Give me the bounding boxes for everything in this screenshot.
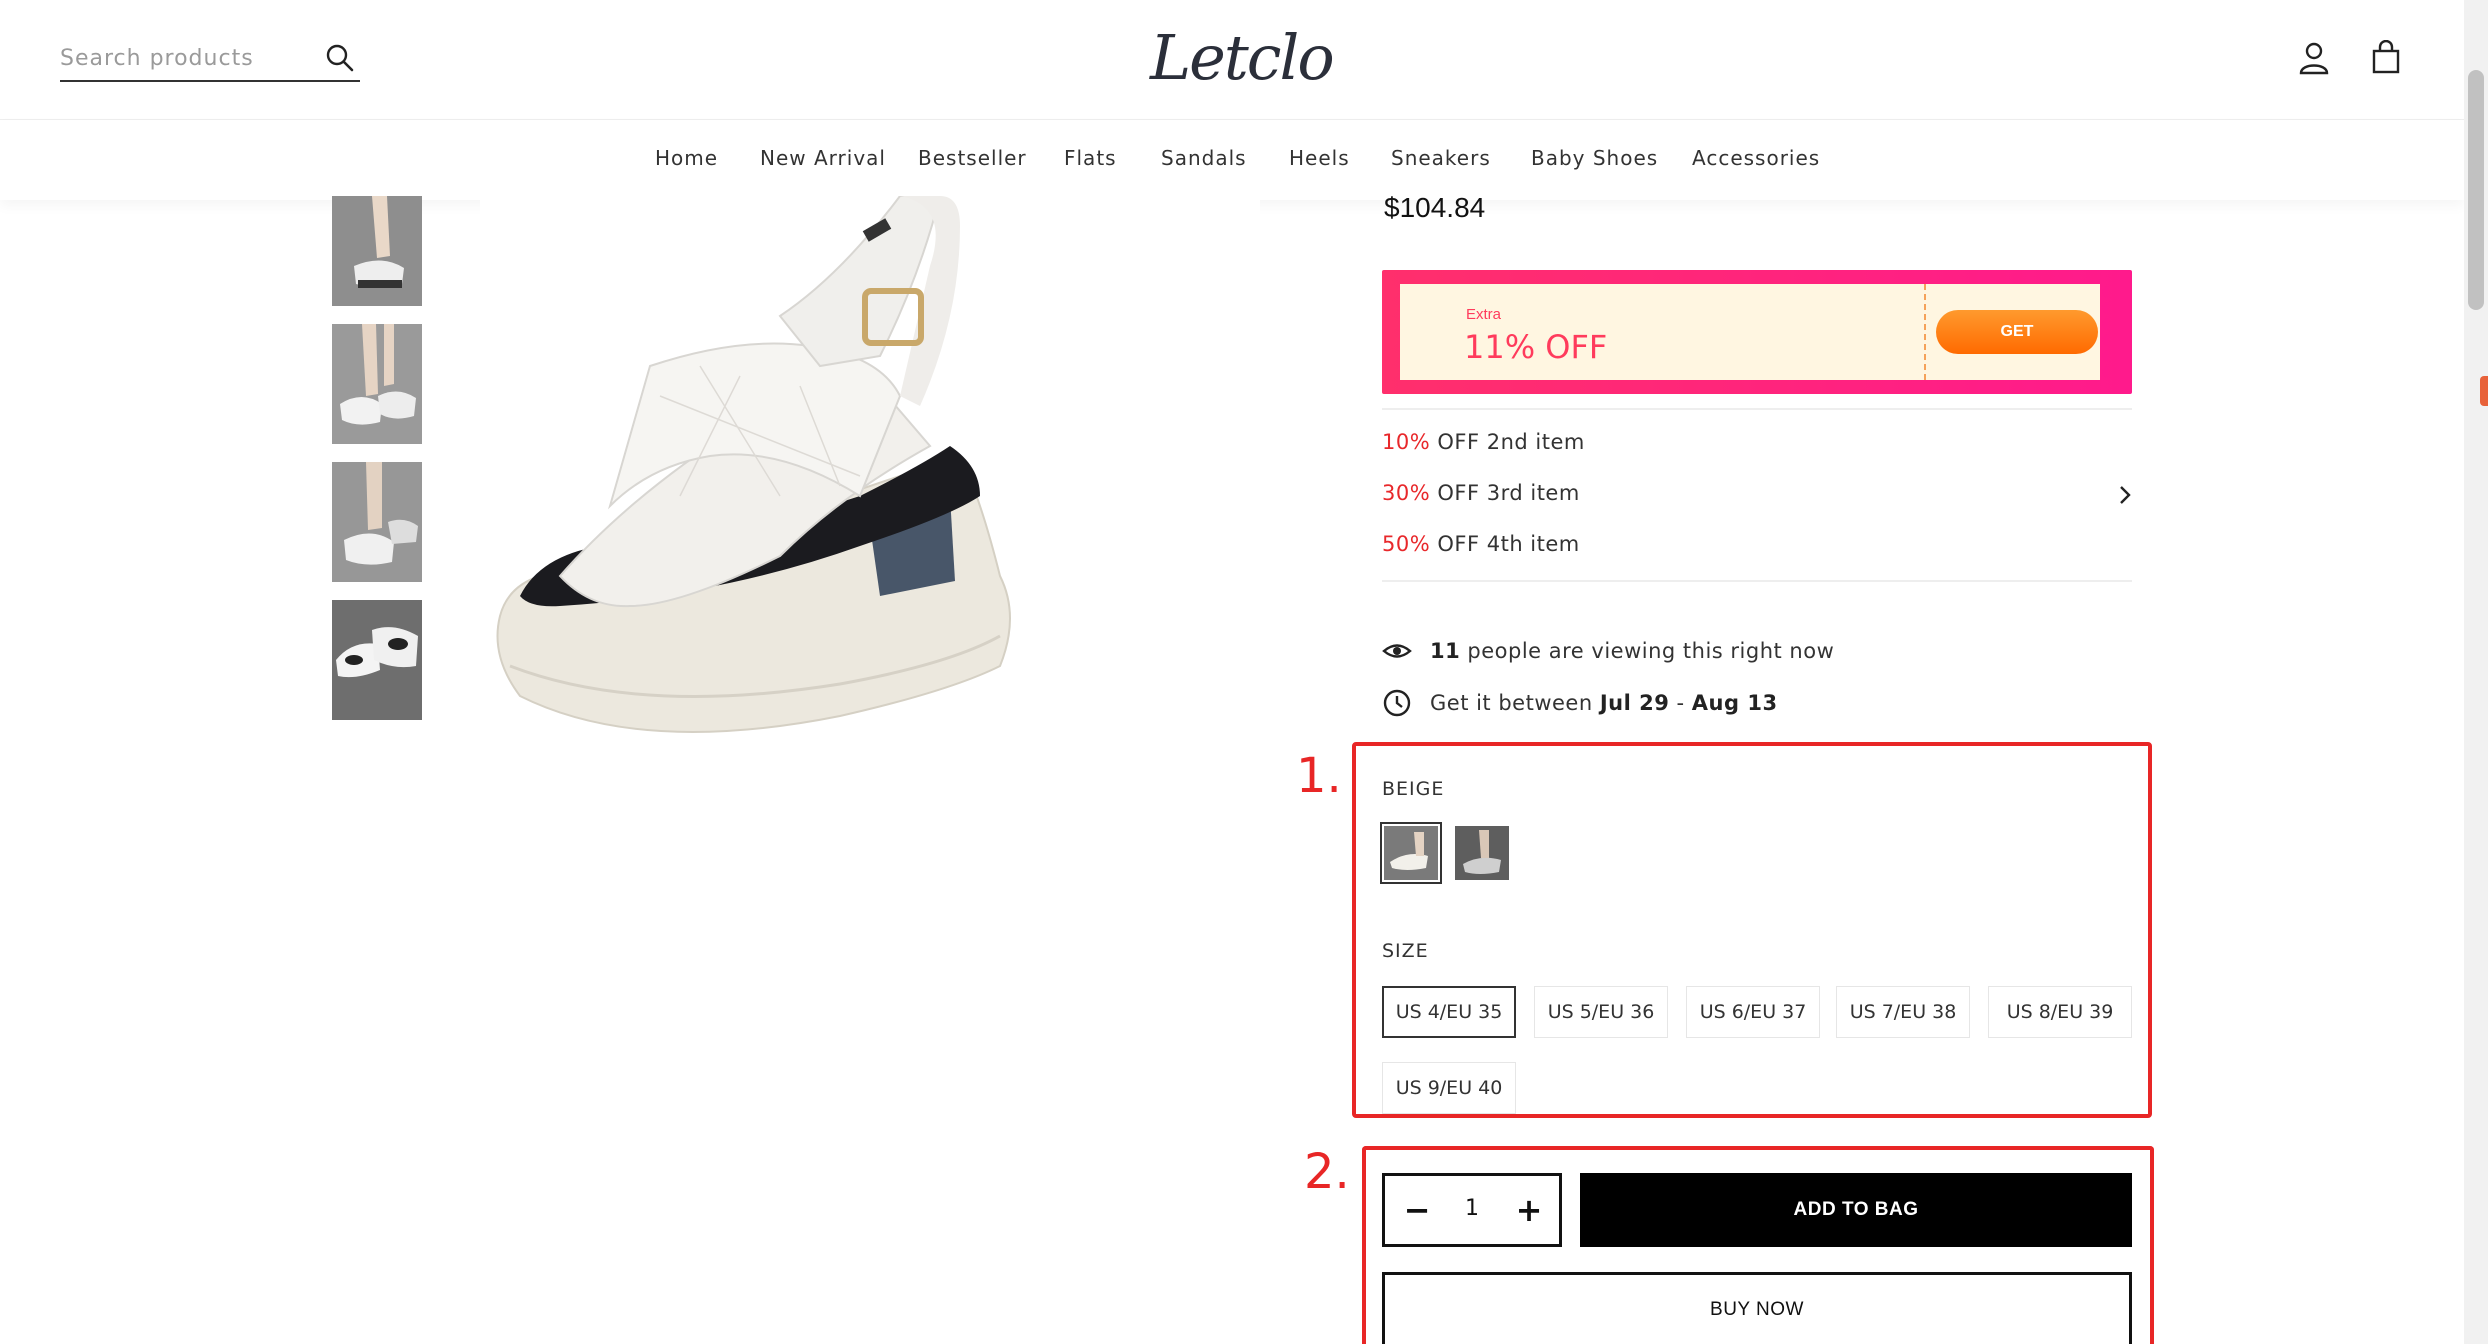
product-thumbnail[interactable] <box>332 196 422 306</box>
nav-item-accessories[interactable]: Accessories <box>1692 146 1820 170</box>
promo-tier[interactable]: 10% OFF 2nd item <box>1382 430 1585 454</box>
delivery-prefix: Get it between <box>1430 691 1600 715</box>
delivery-sep: - <box>1669 691 1692 715</box>
add-to-bag-button[interactable]: ADD TO BAG <box>1580 1173 2132 1247</box>
viewer-count: 11 <box>1430 639 1461 663</box>
search-bar[interactable] <box>60 40 360 82</box>
viewers-info: 11 people are viewing this right now <box>1382 636 1834 666</box>
nav-item-sandals[interactable]: Sandals <box>1161 146 1247 170</box>
color-label: BEIGE <box>1382 778 1445 800</box>
quantity-value[interactable]: 1 <box>1445 1196 1499 1221</box>
delivery-start: Jul 29 <box>1599 691 1670 715</box>
promo-text: OFF 3rd item <box>1430 481 1580 505</box>
size-option[interactable]: US 7/EU 38 <box>1836 986 1970 1038</box>
size-option[interactable]: US 9/EU 40 <box>1382 1062 1516 1114</box>
site-header: Letclo <box>0 0 2464 120</box>
nav-item-new-arrival[interactable]: New Arrival <box>760 146 886 170</box>
size-option[interactable]: US 5/EU 36 <box>1534 986 1668 1038</box>
color-swatch-beige[interactable] <box>1380 822 1442 884</box>
size-option[interactable]: US 4/EU 35 <box>1382 986 1516 1038</box>
nav-item-home[interactable]: Home <box>655 146 718 170</box>
promo-text: OFF 2nd item <box>1430 430 1585 454</box>
promo-tier[interactable]: 30% OFF 3rd item <box>1382 481 1580 505</box>
product-main-image[interactable] <box>480 196 1260 756</box>
user-icon[interactable] <box>2296 40 2332 76</box>
nav-item-flats[interactable]: Flats <box>1064 146 1117 170</box>
delivery-end: Aug 13 <box>1691 691 1778 715</box>
product-thumbnail[interactable] <box>332 600 422 720</box>
coupon-discount: 11% OFF <box>1464 328 1608 366</box>
bag-icon[interactable] <box>2368 40 2404 76</box>
product-thumbnail[interactable] <box>332 324 422 444</box>
promo-percent: 30% <box>1382 481 1431 505</box>
decrease-quantity-button[interactable]: − <box>1399 1191 1435 1229</box>
eye-icon <box>1382 644 1412 658</box>
nav-item-baby-shoes[interactable]: Baby Shoes <box>1531 146 1658 170</box>
size-label: SIZE <box>1382 940 1429 962</box>
product-thumbnail[interactable] <box>332 462 422 582</box>
increase-quantity-button[interactable]: + <box>1511 1191 1547 1229</box>
main-nav: Home New Arrival Bestseller Flats Sandal… <box>0 120 2464 200</box>
nav-item-heels[interactable]: Heels <box>1289 146 1350 170</box>
promo-percent: 50% <box>1382 532 1431 556</box>
promo-percent: 10% <box>1382 430 1431 454</box>
search-input[interactable] <box>60 40 300 76</box>
annotation-number-2: 2. <box>1304 1144 1350 1200</box>
quantity-stepper: − 1 + <box>1382 1173 1562 1247</box>
size-option[interactable]: US 8/EU 39 <box>1988 986 2132 1038</box>
viewer-text: people are viewing this right now <box>1460 639 1835 663</box>
get-coupon-button[interactable]: GET <box>1936 310 2098 354</box>
buy-now-button[interactable]: BUY NOW <box>1382 1272 2132 1344</box>
delivery-info: Get it between Jul 29 - Aug 13 <box>1382 688 1778 718</box>
color-swatch-alt[interactable] <box>1455 826 1509 880</box>
scrollbar-thumb[interactable] <box>2468 70 2484 310</box>
coupon-extra-label: Extra <box>1466 306 1502 323</box>
floating-tab[interactable] <box>2480 376 2488 406</box>
nav-item-bestseller[interactable]: Bestseller <box>918 146 1027 170</box>
chevron-right-icon[interactable] <box>2114 484 2136 506</box>
promo-tier[interactable]: 50% OFF 4th item <box>1382 532 1580 556</box>
coupon-divider <box>1924 284 1926 380</box>
annotation-number-1: 1. <box>1296 748 1342 804</box>
page-scrollbar[interactable] <box>2464 0 2488 1344</box>
search-icon[interactable] <box>324 42 356 74</box>
size-option[interactable]: US 6/EU 37 <box>1686 986 1820 1038</box>
promo-text: OFF 4th item <box>1430 532 1580 556</box>
divider <box>1382 408 2132 410</box>
divider <box>1382 580 2132 582</box>
nav-item-sneakers[interactable]: Sneakers <box>1391 146 1491 170</box>
product-price: $104.84 <box>1384 192 1486 223</box>
site-logo[interactable]: Letclo <box>1150 16 1335 100</box>
clock-icon <box>1383 689 1411 717</box>
